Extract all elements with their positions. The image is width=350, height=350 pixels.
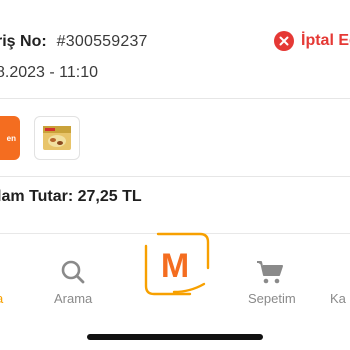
- thumb-badge-text: en: [6, 133, 16, 143]
- search-icon: [61, 260, 85, 284]
- divider: [0, 176, 350, 177]
- cart-icon: [257, 261, 283, 284]
- migros-m-logo-icon: M: [144, 232, 210, 296]
- tab-search-label: Arama: [54, 291, 93, 306]
- product-image: [43, 126, 71, 150]
- close-circle-icon: [274, 31, 294, 51]
- product-thumbnail: [34, 116, 80, 160]
- divider: [0, 98, 350, 99]
- order-number-label: riş No:: [0, 33, 47, 50]
- tab-home-label: a: [0, 291, 3, 306]
- tab-center-m-button[interactable]: M: [138, 232, 212, 300]
- status-badge: İptal Ed: [274, 31, 350, 51]
- order-number-value: #300559237: [56, 33, 148, 50]
- order-date: 8.2023 - 11:10: [0, 64, 99, 81]
- home-indicator[interactable]: [87, 334, 263, 340]
- tab-account-label: Ka: [330, 291, 346, 306]
- product-thumbnail-orange: en: [0, 116, 20, 160]
- center-letter: M: [161, 247, 189, 285]
- order-total: lam Tutar: 27,25 TL: [0, 188, 142, 205]
- tab-cart-label: Sepetim: [248, 291, 296, 306]
- status-text: İptal Ed: [301, 32, 350, 49]
- order-number: riş No: #300559237: [0, 33, 148, 51]
